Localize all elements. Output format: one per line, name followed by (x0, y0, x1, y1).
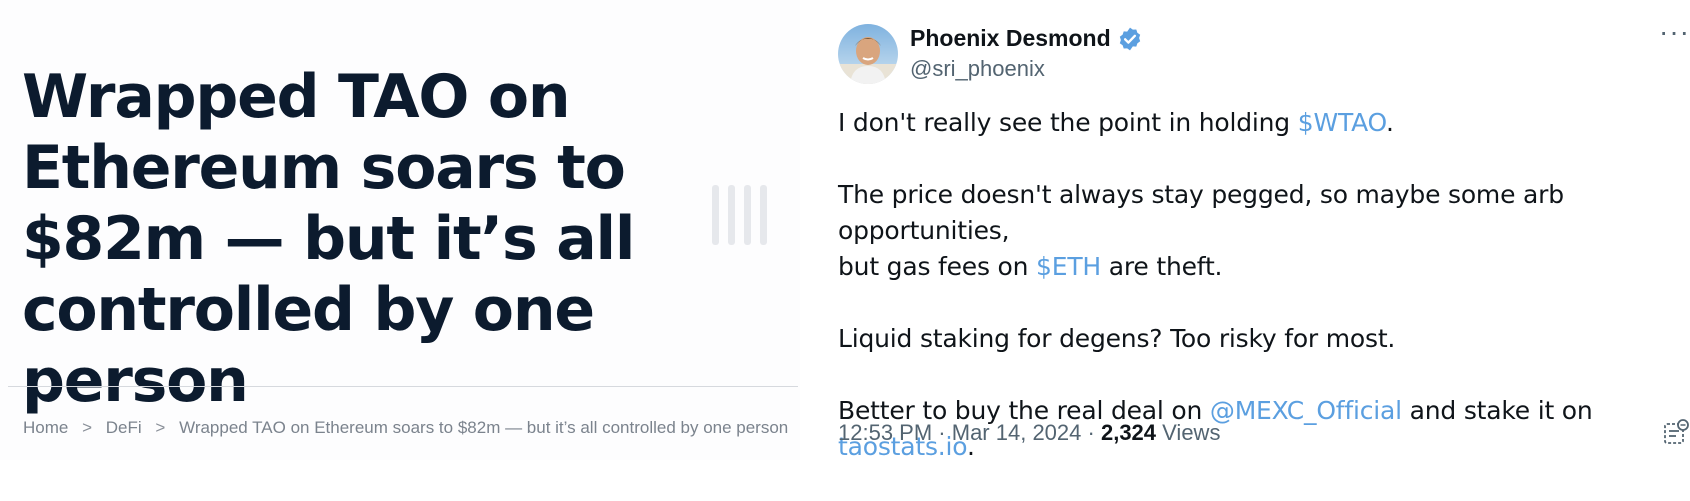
more-options-icon[interactable]: ··· (1659, 18, 1690, 46)
views-count: 2,324 (1100, 420, 1157, 445)
text-segment: I don't really see the point in holding (838, 108, 1298, 137)
cashtag-wtao[interactable]: $WTAO (1298, 108, 1386, 137)
breadcrumb-home[interactable]: Home (23, 418, 68, 437)
user-handle[interactable]: @sri_phoenix (910, 56, 1045, 82)
tweet-date[interactable]: Mar 14, 2024 (952, 420, 1082, 445)
text-segment: and stake it on (1401, 396, 1593, 425)
breadcrumb: Home > DeFi > Wrapped TAO on Ethereum so… (23, 418, 788, 438)
text-segment: Liquid staking for degens? Too risky for… (838, 324, 1396, 353)
breadcrumb-current: Wrapped TAO on Ethereum soars to $82m — … (179, 418, 789, 437)
tweet-time[interactable]: 12:53 PM (838, 420, 932, 445)
text-segment: . (1386, 108, 1394, 137)
breadcrumb-separator: > (82, 418, 93, 437)
avatar[interactable] (838, 24, 898, 84)
mention-mexc[interactable]: @MEXC_Official (1210, 396, 1402, 425)
tweet-paragraph: Liquid staking for degens? Too risky for… (838, 321, 1688, 357)
divider (8, 386, 798, 387)
article-headline: Wrapped TAO on Ethereum soars to $82m — … (22, 62, 635, 416)
tweet-meta: 12:53 PM · Mar 14, 2024 · 2,324 Views (838, 420, 1220, 446)
breadcrumb-defi[interactable]: DeFi (106, 418, 142, 437)
display-name[interactable]: Phoenix Desmond (910, 25, 1143, 52)
avatar-image (838, 24, 898, 84)
meta-dot: · (938, 420, 946, 445)
display-name-text: Phoenix Desmond (910, 25, 1111, 51)
grok-icon[interactable] (1662, 418, 1690, 446)
text-segment: The price doesn't always stay pegged, so… (838, 180, 1564, 245)
meta-dot: · (1087, 420, 1095, 445)
text-segment: but gas fees on (838, 252, 1037, 281)
text-segment: are theft. (1101, 252, 1223, 281)
breadcrumb-separator: > (155, 418, 166, 437)
tweet-card: Phoenix Desmond @sri_phoenix ··· I don't… (800, 0, 1690, 461)
views-label: Views (1162, 420, 1221, 445)
tweet-paragraph: The price doesn't always stay pegged, so… (838, 177, 1688, 285)
tweet-paragraph: I don't really see the point in holding … (838, 105, 1688, 141)
article-panel: Wrapped TAO on Ethereum soars to $82m — … (0, 0, 800, 460)
verified-badge-icon (1117, 26, 1143, 52)
cashtag-eth[interactable]: $ETH (1036, 252, 1101, 281)
